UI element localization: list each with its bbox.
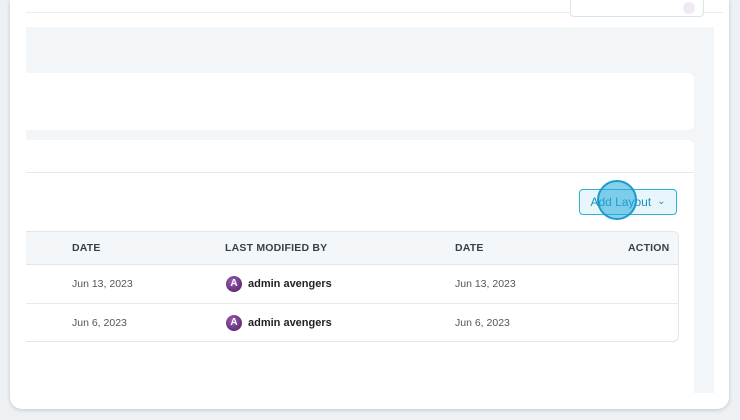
add-layout-label: Add Layout <box>590 195 652 209</box>
column-header-modified-date[interactable]: DATE <box>455 232 484 264</box>
date-cell: Jun 6, 2023 <box>72 317 127 329</box>
table-header: DATE LAST MODIFIED BY DATE ACTION <box>26 232 678 265</box>
top-bar <box>26 0 723 17</box>
modified-by-cell: A admin avengers <box>226 304 332 341</box>
chevron-down-icon: ⌄ <box>657 196 666 207</box>
column-header-last-modified-by[interactable]: LAST MODIFIED BY <box>225 232 327 264</box>
modified-by-cell: A admin avengers <box>226 265 332 303</box>
filter-panel <box>26 73 694 130</box>
modified-date-cell: Jun 13, 2023 <box>455 278 516 290</box>
layouts-panel: Add Layout ⌄ DATE LAST MODIFIED BY DATE … <box>26 140 694 393</box>
top-right-control[interactable] <box>570 0 704 17</box>
panel-header <box>26 140 694 173</box>
content-area: Add Layout ⌄ DATE LAST MODIFIED BY DATE … <box>26 27 714 393</box>
add-layout-button[interactable]: Add Layout ⌄ <box>579 189 677 215</box>
user-name: admin avengers <box>248 278 332 290</box>
avengers-logo-icon: A <box>226 315 242 331</box>
user-avatar-icon[interactable] <box>683 2 695 14</box>
layouts-table: DATE LAST MODIFIED BY DATE ACTION Jun 13… <box>26 231 679 342</box>
column-header-action: ACTION <box>628 242 670 254</box>
avengers-logo-icon: A <box>226 276 242 292</box>
user-name: admin avengers <box>248 317 332 329</box>
table-row[interactable]: Jun 13, 2023 A admin avengers Jun 13, 20… <box>26 265 678 304</box>
app-shell: Add Layout ⌄ DATE LAST MODIFIED BY DATE … <box>10 0 729 409</box>
modified-date-cell: Jun 6, 2023 <box>455 317 510 329</box>
column-header-date[interactable]: DATE <box>72 232 101 264</box>
table-row[interactable]: Jun 6, 2023 A admin avengers Jun 6, 2023 <box>26 304 678 341</box>
date-cell: Jun 13, 2023 <box>72 278 133 290</box>
